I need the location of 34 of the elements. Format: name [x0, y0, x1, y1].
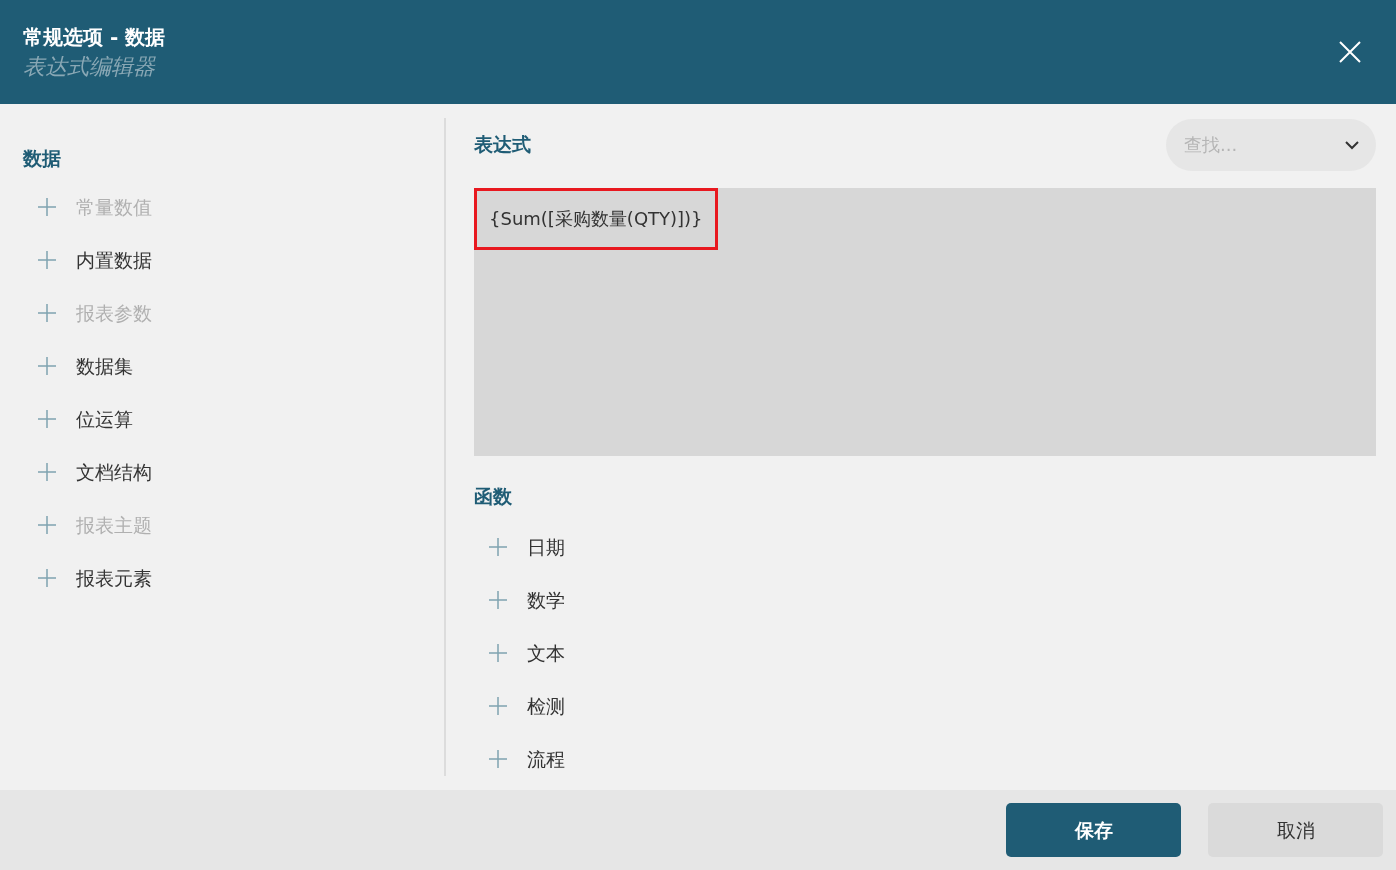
- save-button[interactable]: 保存: [1006, 803, 1181, 857]
- plus-icon: [37, 356, 57, 376]
- plus-icon: [488, 643, 508, 663]
- plus-icon: [37, 250, 57, 270]
- tree-item[interactable]: 位运算: [76, 404, 133, 434]
- plus-icon: [488, 696, 508, 716]
- tree-item[interactable]: 日期: [527, 532, 565, 562]
- section-heading: 数据: [23, 146, 62, 171]
- tree-item[interactable]: 文本: [527, 638, 565, 668]
- plus-icon: [37, 197, 57, 217]
- window-title: 常规选项 - 数据: [23, 24, 166, 51]
- plus-icon: [488, 537, 508, 557]
- section-heading: 函数: [474, 484, 513, 509]
- plus-icon: [488, 590, 508, 610]
- tree-item[interactable]: 数学: [527, 585, 565, 615]
- plus-icon: [37, 303, 57, 323]
- tree-item[interactable]: 报表元素: [76, 563, 152, 593]
- close-icon[interactable]: [1338, 40, 1362, 64]
- window-subtitle: 表达式编辑器: [23, 53, 157, 81]
- expression-text: {Sum([采购数量(QTY)])}: [474, 188, 718, 250]
- plus-icon: [488, 749, 508, 769]
- section-heading: 表达式: [474, 132, 531, 158]
- cancel-button[interactable]: 取消: [1208, 803, 1383, 857]
- plus-icon: [37, 409, 57, 429]
- plus-icon: [37, 568, 57, 588]
- tree-item[interactable]: 检测: [527, 691, 565, 721]
- tree-item[interactable]: 数据集: [76, 351, 133, 381]
- tree-item[interactable]: 内置数据: [76, 245, 152, 275]
- plus-icon: [37, 515, 57, 535]
- chevron-down-icon: [1344, 139, 1360, 150]
- tree-item[interactable]: 文档结构: [76, 457, 152, 487]
- plus-icon: [37, 462, 57, 482]
- tree-item[interactable]: 流程: [527, 744, 565, 774]
- expression-editor[interactable]: {Sum([采购数量(QTY)])}: [474, 188, 1376, 456]
